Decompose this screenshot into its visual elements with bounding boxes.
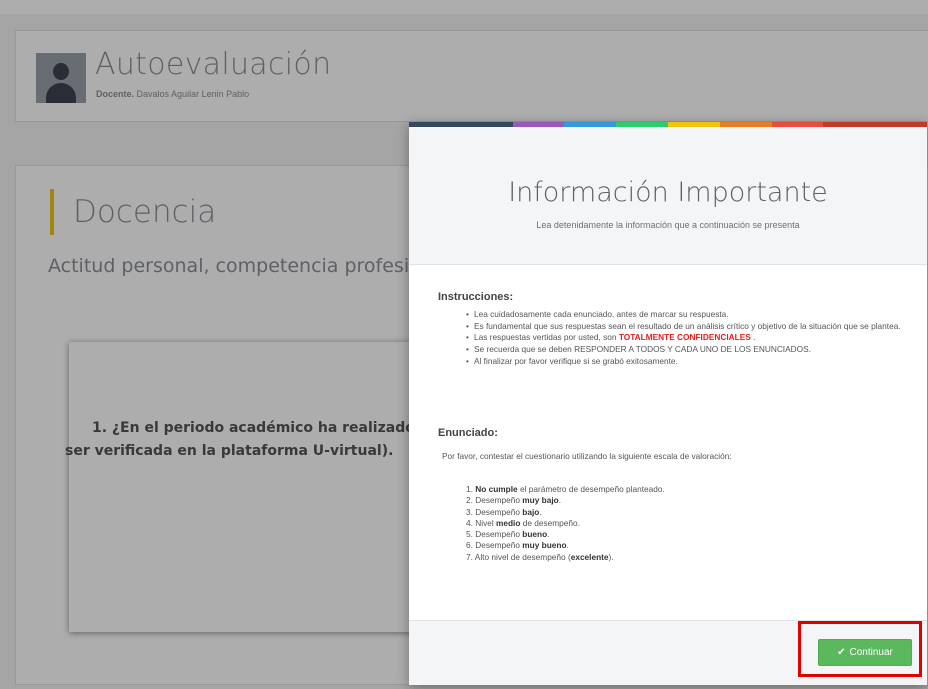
scale-item: 6. Desempeño muy bueno.: [466, 540, 569, 551]
scale-item: 4. Nivel medio de desempeño.: [466, 517, 580, 528]
enunciado-intro: Por favor, contestar el cuestionario uti…: [442, 451, 732, 461]
instruction-item: Lea cuidadosamente cada enunciado, antes…: [466, 309, 906, 321]
instruction-item: Se recuerda que se deben RESPONDER A TOD…: [466, 344, 906, 356]
rating-scale-list: 1. No cumple el parámetro de desempeño p…: [466, 484, 665, 563]
info-modal: Información Importante Lea detenidamente…: [409, 122, 927, 685]
modal-title: Información Importante: [508, 177, 828, 208]
enunciado-heading: Enunciado:: [438, 427, 498, 439]
scale-item: 2. Desempeño muy bajo.: [466, 495, 562, 506]
modal-subtitle: Lea detenidamente la información que a c…: [536, 220, 800, 230]
modal-body: Instrucciones: Lea cuidadosamente cada e…: [409, 265, 927, 620]
instruction-item: Al finalizar por favor verifique si se g…: [466, 356, 906, 368]
scale-item: 5. Desempeño bueno.: [466, 529, 550, 540]
modal-header: Información Importante Lea detenidamente…: [409, 127, 927, 265]
scale-item: 1. No cumple el parámetro de desempeño p…: [466, 484, 665, 494]
confidential-label: TOTALMENTE CONFIDENCIALES: [618, 332, 751, 343]
instruction-item: Es fundamental que sus respuestas sean e…: [466, 321, 906, 333]
scale-item: 3. Desempeño bajo.: [466, 506, 542, 517]
instructions-list: Lea cuidadosamente cada enunciado, antes…: [466, 309, 906, 368]
instruction-text: .: [750, 332, 756, 343]
instruction-item: Las respuestas vertidas por usted, son T…: [466, 332, 906, 344]
instructions-heading: Instrucciones:: [438, 291, 514, 303]
instruction-text: Las respuestas vertidas por usted, son: [474, 332, 619, 343]
scale-item: 7. Alto nivel de desempeño (excelente).: [466, 551, 614, 562]
highlight-box: [798, 621, 922, 677]
